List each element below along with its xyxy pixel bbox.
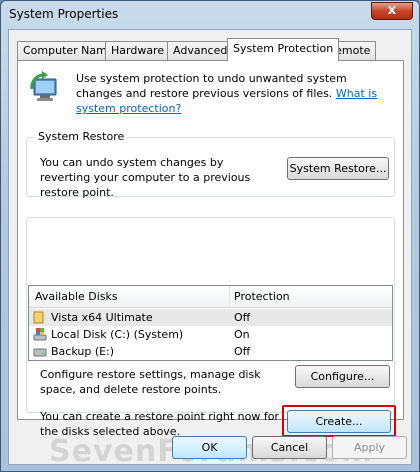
tab-hardware[interactable]: Hardware <box>105 41 171 60</box>
ok-button[interactable]: OK <box>172 436 247 459</box>
disk-name: Local Disk (C:) (System) <box>51 328 184 341</box>
system-protection-panel: Use system protection to undo unwanted s… <box>17 60 404 438</box>
system-properties-window: System Properties x Computer Name Hardwa… <box>0 0 420 472</box>
tab-system-protection[interactable]: System Protection <box>227 38 340 61</box>
configure-button[interactable]: Configure... <box>295 365 390 388</box>
column-protection[interactable]: Protection <box>234 290 290 303</box>
cancel-button[interactable]: Cancel <box>252 436 327 459</box>
create-button[interactable]: Create... <box>287 410 391 433</box>
disk-row-backup-e[interactable]: Backup (E:) Off <box>29 343 392 360</box>
hard-drive-icon <box>33 348 47 357</box>
column-divider <box>229 286 230 308</box>
disk-row-vista-x64-ultimate[interactable]: Vista x64 Ultimate Off <box>29 309 392 326</box>
disk-row-local-disk-c[interactable]: Local Disk (C:) (System) On <box>29 326 392 343</box>
dialog-client-area: Computer Name Hardware Advanced System P… <box>8 29 412 469</box>
system-drive-icon <box>33 328 47 341</box>
intro-description: Use system protection to undo unwanted s… <box>76 72 347 100</box>
disk-name: Backup (E:) <box>51 345 115 358</box>
tab-advanced[interactable]: Advanced <box>167 41 234 60</box>
close-icon: x <box>387 3 397 18</box>
close-button[interactable]: x <box>371 2 413 20</box>
system-restore-description: You can undo system changes by reverting… <box>40 156 251 199</box>
disk-name: Vista x64 Ultimate <box>51 311 153 324</box>
apply-button[interactable]: Apply <box>332 436 407 459</box>
column-available-disks[interactable]: Available Disks <box>35 290 118 303</box>
disk-protection-status: On <box>234 328 250 341</box>
window-title: System Properties <box>9 7 119 21</box>
available-disks-list[interactable]: Available Disks Protection Vista x64 Ult… <box>28 285 393 361</box>
drive-folder-icon <box>33 311 44 324</box>
configure-description: Configure restore settings, manage disk … <box>40 368 261 396</box>
intro-text: Use system protection to undo unwanted s… <box>76 71 396 116</box>
system-protection-icon <box>30 71 57 101</box>
disk-protection-status: Off <box>234 345 251 358</box>
disk-protection-status: Off <box>234 311 251 324</box>
system-restore-button[interactable]: System Restore... <box>287 157 389 180</box>
system-restore-group-label: System Restore <box>35 130 128 143</box>
list-header: Available Disks Protection <box>29 286 392 308</box>
title-bar[interactable]: System Properties x <box>1 1 419 29</box>
